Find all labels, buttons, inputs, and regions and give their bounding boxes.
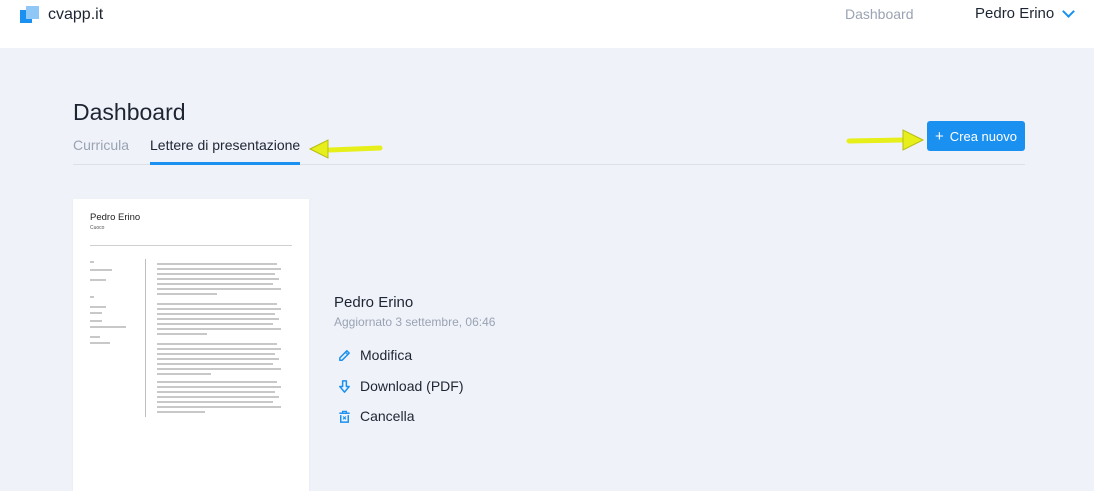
logo-text: cvapp.it	[48, 6, 104, 23]
document-title[interactable]: Pedro Erino	[334, 294, 495, 311]
delete-action[interactable]: Cancella	[337, 408, 414, 424]
download-pdf-action[interactable]: Download (PDF)	[337, 378, 463, 394]
tab-curricula[interactable]: Curricula	[73, 137, 129, 164]
user-menu[interactable]: Pedro Erino	[975, 5, 1076, 22]
thumbnail-divider	[90, 245, 292, 246]
logo-icon	[20, 6, 40, 24]
thumbnail-column-divider	[145, 259, 146, 417]
annotation-arrow-left-icon	[308, 139, 383, 159]
tab-cover-letters[interactable]: Lettere di presentazione	[150, 137, 301, 165]
user-name: Pedro Erino	[975, 5, 1055, 22]
logo[interactable]: cvapp.it	[20, 6, 103, 24]
trash-icon	[339, 410, 350, 423]
download-icon	[339, 379, 350, 393]
create-new-label: Crea nuovo	[949, 128, 1017, 144]
download-pdf-label: Download (PDF)	[360, 378, 464, 394]
pencil-icon	[339, 349, 350, 361]
page-title: Dashboard	[73, 99, 186, 125]
create-new-button[interactable]: + Crea nuovo	[927, 121, 1025, 151]
thumbnail-role: Cuoco	[90, 225, 105, 231]
top-bar: cvapp.it Dashboard Pedro Erino	[0, 0, 1094, 48]
annotation-arrow-right-icon	[846, 129, 925, 151]
chevron-down-icon	[1062, 5, 1076, 18]
delete-action-label: Cancella	[360, 408, 415, 424]
document-updated: Aggiornato 3 settembre, 06:46	[334, 315, 496, 329]
document-info: Pedro Erino Aggiornato 3 settembre, 06:4…	[334, 294, 495, 329]
nav-dashboard-link[interactable]: Dashboard	[845, 6, 914, 22]
thumbnail-name: Pedro Erino	[90, 212, 141, 223]
edit-action-label: Modifica	[360, 347, 413, 363]
document-thumbnail[interactable]: Pedro Erino Cuoco	[73, 199, 309, 491]
edit-action[interactable]: Modifica	[337, 347, 412, 363]
plus-icon: +	[935, 127, 944, 145]
